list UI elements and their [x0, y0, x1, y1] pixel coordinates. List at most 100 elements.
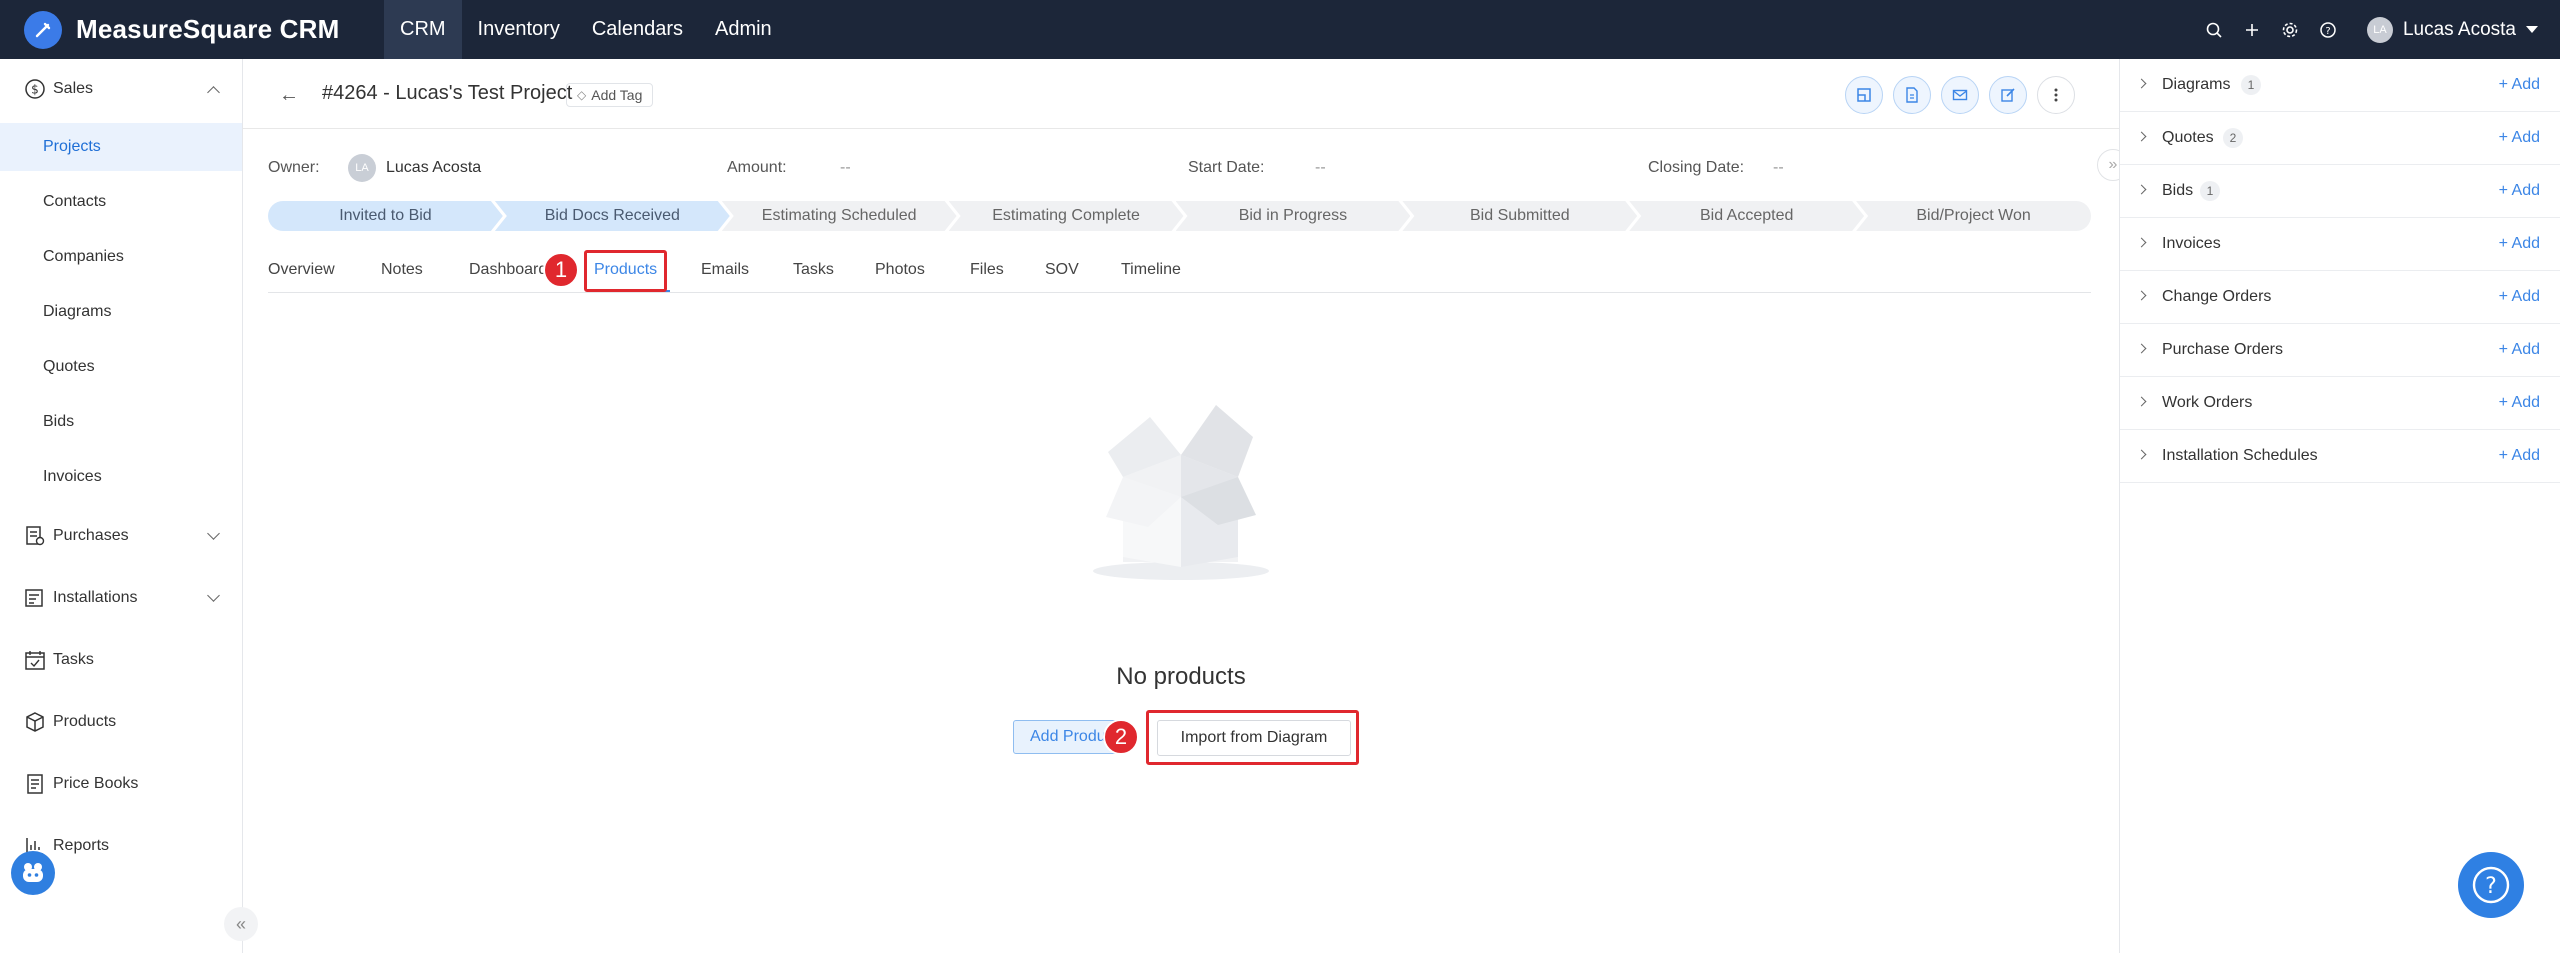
sidebar-item-label: Purchases	[53, 527, 129, 544]
nav-inventory[interactable]: Inventory	[462, 0, 576, 59]
related-row-diagrams[interactable]: Diagrams 1 + Add	[2120, 59, 2560, 112]
tab-emails[interactable]: Emails	[701, 261, 749, 279]
project-header: ← #4264 - Lucas's Test Project ◇ Add Tag	[243, 59, 2119, 129]
chevron-right-icon[interactable]	[2136, 184, 2147, 195]
stage-estimating-scheduled[interactable]: Estimating Scheduled	[722, 201, 957, 231]
gear-icon[interactable]	[2280, 20, 2300, 40]
add-purchase-order-button[interactable]: + Add	[2499, 341, 2540, 359]
related-row-purchase-orders[interactable]: Purchase Orders + Add	[2120, 324, 2560, 377]
nav-crm[interactable]: CRM	[384, 0, 462, 59]
stage-bid-accepted[interactable]: Bid Accepted	[1629, 201, 1864, 231]
app-logo[interactable]: MeasureSquare CRM	[24, 10, 380, 49]
sidebar-item-sales[interactable]: $ Sales	[0, 64, 242, 114]
help-icon[interactable]: ?	[2318, 20, 2338, 40]
related-row-bids[interactable]: Bids 1 + Add	[2120, 165, 2560, 218]
tag-icon: ◇	[577, 88, 587, 102]
chevron-right-icon[interactable]	[2136, 237, 2147, 248]
user-name[interactable]: Lucas Acosta	[2403, 19, 2516, 41]
sidebar-item-tasks[interactable]: Tasks	[0, 635, 242, 685]
tab-overview[interactable]: Overview	[268, 261, 335, 279]
sidebar-item-companies[interactable]: Companies	[0, 233, 242, 281]
email-icon[interactable]	[1941, 76, 1979, 114]
amount-value[interactable]: --	[840, 159, 851, 177]
chevron-right-icon[interactable]	[2136, 396, 2147, 407]
related-row-label: Change Orders	[2162, 288, 2272, 305]
sidebar-item-projects[interactable]: Projects	[0, 123, 242, 171]
related-row-label: Installation Schedules	[2162, 447, 2318, 464]
stage-bid-docs-received[interactable]: Bid Docs Received	[495, 201, 730, 231]
chevron-right-icon[interactable]	[2136, 343, 2147, 354]
tab-dashboard[interactable]: Dashboard	[469, 261, 547, 279]
related-row-installation-schedules[interactable]: Installation Schedules + Add	[2120, 430, 2560, 483]
user-avatar[interactable]: LA	[2366, 16, 2393, 43]
tab-tasks[interactable]: Tasks	[793, 261, 834, 279]
more-options-icon[interactable]	[2037, 76, 2075, 114]
related-row-work-orders[interactable]: Work Orders + Add	[2120, 377, 2560, 430]
add-bid-button[interactable]: + Add	[2499, 182, 2540, 200]
assistant-bot-icon[interactable]	[11, 851, 55, 895]
tab-notes[interactable]: Notes	[381, 261, 423, 279]
related-row-invoices[interactable]: Invoices + Add	[2120, 218, 2560, 271]
sidebar-item-diagrams[interactable]: Diagrams	[0, 288, 242, 336]
avatar: LA	[348, 154, 376, 182]
chevron-down-icon[interactable]	[2526, 26, 2538, 33]
add-work-order-button[interactable]: + Add	[2499, 394, 2540, 412]
sidebar-item-purchases[interactable]: Purchases	[0, 511, 242, 561]
chevron-right-icon[interactable]	[2136, 131, 2147, 142]
chevron-right-icon[interactable]	[2136, 290, 2147, 301]
nav-calendars[interactable]: Calendars	[576, 0, 699, 59]
tab-files[interactable]: Files	[970, 261, 1004, 279]
stage-invited-to-bid[interactable]: Invited to Bid	[268, 201, 503, 231]
chevron-down-icon[interactable]	[207, 589, 220, 602]
help-fab-icon[interactable]: ?	[2458, 852, 2524, 918]
related-row-quotes[interactable]: Quotes 2 + Add	[2120, 112, 2560, 165]
related-records-panel: Diagrams 1 + Add Quotes 2 + Add Bids 1 +…	[2119, 59, 2560, 953]
sidebar-item-invoices[interactable]: Invoices	[0, 453, 242, 501]
owner-name[interactable]: Lucas Acosta	[386, 159, 481, 177]
stage-bid-submitted[interactable]: Bid Submitted	[1402, 201, 1637, 231]
chevron-right-icon[interactable]	[2136, 449, 2147, 460]
sidebar-item-bids[interactable]: Bids	[0, 398, 242, 446]
add-tag-label: Add Tag	[591, 87, 643, 103]
logo-icon	[24, 10, 62, 49]
sidebar-item-installations[interactable]: Installations	[0, 573, 242, 623]
chevron-down-icon[interactable]	[207, 527, 220, 540]
sidebar-item-products[interactable]: Products	[0, 697, 242, 747]
tab-photos[interactable]: Photos	[875, 261, 925, 279]
add-diagram-button[interactable]: + Add	[2499, 76, 2540, 94]
search-icon[interactable]	[2204, 20, 2224, 40]
sidebar-item-label: Reports	[53, 837, 110, 854]
project-info: Owner: LA Lucas Acosta Amount: -- Start …	[268, 154, 2088, 184]
related-row-change-orders[interactable]: Change Orders + Add	[2120, 271, 2560, 324]
back-arrow-icon[interactable]: ←	[279, 84, 299, 107]
add-label: Add	[2511, 341, 2540, 358]
stage-pipeline: Invited to Bid Bid Docs Received Estimat…	[268, 201, 2091, 231]
add-quote-button[interactable]: + Add	[2499, 129, 2540, 147]
tab-timeline[interactable]: Timeline	[1121, 261, 1181, 279]
related-row-label: Purchase Orders	[2162, 341, 2283, 358]
closing-date-value[interactable]: --	[1773, 159, 1784, 177]
edit-icon[interactable]	[1989, 76, 2027, 114]
diagram-icon[interactable]	[1845, 76, 1883, 114]
stage-bid-project-won[interactable]: Bid/Project Won	[1856, 201, 2091, 231]
add-tag-button[interactable]: ◇ Add Tag	[566, 83, 654, 107]
add-invoice-button[interactable]: + Add	[2499, 235, 2540, 253]
start-date-value[interactable]: --	[1315, 159, 1326, 177]
add-installation-schedule-button[interactable]: + Add	[2499, 447, 2540, 465]
sidebar-item-contacts[interactable]: Contacts	[0, 178, 242, 226]
top-bar: MeasureSquare CRM CRM Inventory Calendar…	[0, 0, 2560, 59]
sidebar-item-quotes[interactable]: Quotes	[0, 343, 242, 391]
stage-estimating-complete[interactable]: Estimating Complete	[949, 201, 1184, 231]
app-name: MeasureSquare CRM	[76, 14, 340, 44]
add-change-order-button[interactable]: + Add	[2499, 288, 2540, 306]
sidebar-item-price-books[interactable]: Price Books	[0, 759, 242, 809]
plus-icon[interactable]	[2242, 20, 2262, 40]
chevron-up-icon[interactable]	[207, 86, 220, 99]
chevron-right-icon[interactable]	[2136, 78, 2147, 89]
quote-document-icon[interactable]	[1893, 76, 1931, 114]
nav-admin[interactable]: Admin	[699, 0, 788, 59]
stage-bid-in-progress[interactable]: Bid in Progress	[1176, 201, 1411, 231]
svg-text:?: ?	[2325, 26, 2330, 37]
sidebar-item-label: Tasks	[53, 651, 94, 668]
tab-sov[interactable]: SOV	[1045, 261, 1079, 279]
